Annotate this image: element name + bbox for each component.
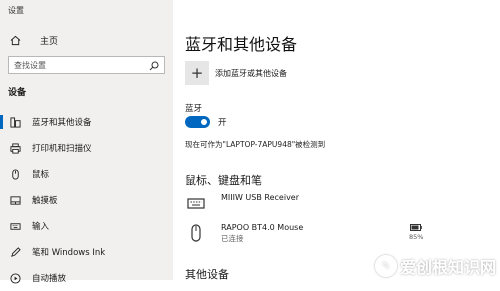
sidebar-item-bluetooth[interactable]: 蓝牙和其他设备 xyxy=(0,109,173,135)
home-link[interactable]: 主页 xyxy=(8,33,58,47)
keyboard-icon xyxy=(185,192,207,214)
autoplay-icon xyxy=(8,271,22,285)
battery-percent: 85% xyxy=(409,233,424,241)
battery-icon xyxy=(410,224,423,231)
sidebar-item-label: 触摸板 xyxy=(32,196,58,206)
pen-icon xyxy=(8,245,22,259)
add-device-row[interactable]: + 添加蓝牙或其他设备 xyxy=(185,61,287,85)
device-name: RAPOO BT4.0 Mouse xyxy=(221,223,304,232)
sidebar-item-label: 笔和 Windows Ink xyxy=(32,248,106,258)
sidebar-item-label: 蓝牙和其他设备 xyxy=(32,118,92,128)
page-title: 蓝牙和其他设备 xyxy=(185,35,298,54)
plus-icon: + xyxy=(190,64,204,82)
bluetooth-label: 蓝牙 xyxy=(185,104,203,114)
toggle-state-label: 开 xyxy=(218,118,227,128)
printer-icon xyxy=(8,141,22,155)
sidebar-nav: 蓝牙和其他设备 打印机和扫描仪 鼠标 触摸板 输入 笔和 Windows Ink… xyxy=(0,109,173,291)
main-content: 蓝牙和其他设备 + 添加蓝牙或其他设备 蓝牙 开 现在可作为"LAPTOP-7A… xyxy=(173,0,500,281)
add-device-button[interactable]: + xyxy=(185,61,209,85)
section-label: 设备 xyxy=(8,88,27,98)
sidebar-item-label: 自动播放 xyxy=(32,274,67,284)
touchpad-icon xyxy=(8,193,22,207)
home-icon xyxy=(8,33,22,47)
discoverable-text: 现在可作为"LAPTOP-7APU948"被检测到 xyxy=(185,140,326,149)
mouse-icon xyxy=(8,167,22,181)
sidebar-item-pen[interactable]: 笔和 Windows Ink xyxy=(0,239,173,265)
device-name: MIIIW USB Receiver xyxy=(221,193,300,202)
device-usb-receiver[interactable]: MIIIW USB Receiver xyxy=(185,192,299,214)
sidebar-item-touchpad[interactable]: 触摸板 xyxy=(0,187,173,213)
watermark: ✎ 爱创根知识网 xyxy=(374,254,496,278)
add-device-label: 添加蓝牙或其他设备 xyxy=(215,68,287,78)
mouse-keyboard-pen-heading: 鼠标、键盘和笔 xyxy=(185,174,262,187)
bluetooth-toggle-row: 开 xyxy=(185,116,227,128)
sidebar-item-printers[interactable]: 打印机和扫描仪 xyxy=(0,135,173,161)
sidebar-item-typing[interactable]: 输入 xyxy=(0,213,173,239)
sidebar-item-autoplay[interactable]: 自动播放 xyxy=(0,265,173,291)
watermark-logo-icon: ✎ xyxy=(374,255,397,277)
sidebar-item-mouse[interactable]: 鼠标 xyxy=(0,161,173,187)
bluetooth-toggle[interactable] xyxy=(185,116,210,128)
sidebar: 设置 主页 设备 蓝牙和其他设备 打印机和扫描仪 xyxy=(0,0,173,284)
search-box[interactable] xyxy=(8,56,165,74)
sidebar-item-label: 打印机和扫描仪 xyxy=(32,144,92,154)
device-rapoo-mouse[interactable]: RAPOO BT4.0 Mouse 已连接 xyxy=(185,222,303,244)
sidebar-item-label: 输入 xyxy=(32,222,50,232)
keyboard-icon xyxy=(8,219,22,233)
home-label: 主页 xyxy=(40,36,59,47)
bluetooth-devices-icon xyxy=(8,115,22,129)
window-title: 设置 xyxy=(8,6,24,15)
battery-indicator: 85% xyxy=(409,224,423,241)
sidebar-item-label: 鼠标 xyxy=(32,170,50,180)
device-status: 已连接 xyxy=(221,234,244,243)
search-input[interactable] xyxy=(14,60,149,70)
watermark-text: 爱创根知识网 xyxy=(399,258,496,277)
search-icon[interactable] xyxy=(149,56,159,75)
mouse-icon xyxy=(185,222,207,244)
